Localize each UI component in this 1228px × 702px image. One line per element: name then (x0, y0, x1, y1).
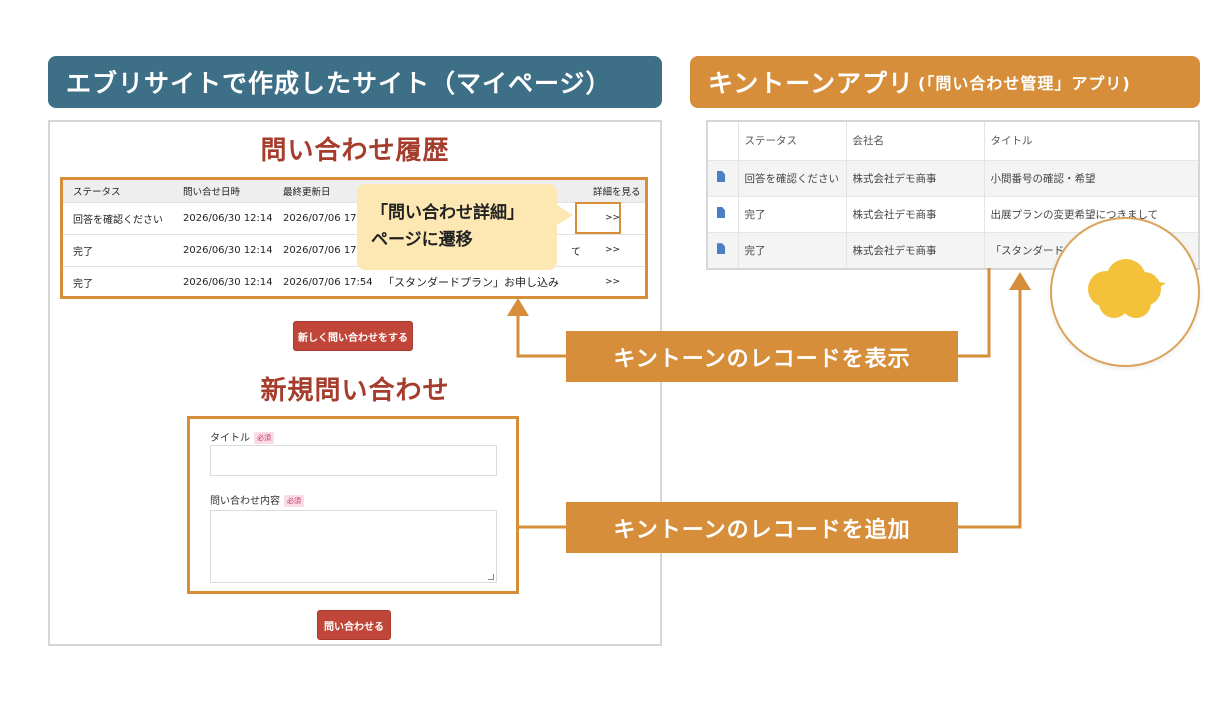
flow-label-add: キントーンのレコードを追加 (566, 502, 958, 553)
add-connector-line (518, 288, 1022, 529)
arrow-up-icon (1009, 272, 1031, 290)
flow-label-show: キントーンのレコードを表示 (566, 331, 958, 382)
arrow-up-icon (507, 298, 529, 316)
kintone-logo (1050, 217, 1200, 367)
kintone-cloud-icon (1088, 259, 1166, 318)
